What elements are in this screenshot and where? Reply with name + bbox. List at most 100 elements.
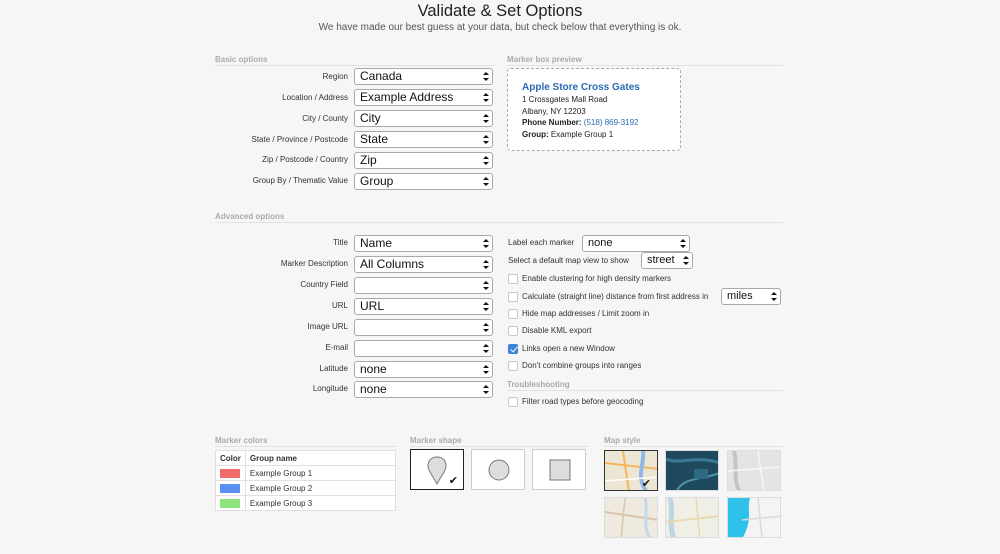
group-value: Group: [360, 174, 394, 188]
disable-kml-checkbox[interactable]: [508, 326, 518, 336]
group-select[interactable]: Group: [354, 173, 493, 190]
image-url-select[interactable]: [354, 319, 493, 336]
select-arrows-icon: [483, 112, 489, 125]
longitude-select[interactable]: none: [354, 381, 493, 398]
square-icon: [549, 459, 571, 481]
disable-kml-label: Disable KML export: [522, 326, 592, 335]
shape-option-circle[interactable]: [471, 449, 525, 490]
table-header-row: Color Group name: [215, 450, 397, 466]
select-arrows-icon: [483, 154, 489, 167]
filter-road-types-checkbox[interactable]: [508, 397, 518, 407]
shape-option-pin[interactable]: ✔: [410, 449, 464, 490]
table-row[interactable]: Example Group 2: [215, 480, 397, 496]
table-row[interactable]: Example Group 3: [215, 495, 397, 511]
email-label: E-mail: [325, 343, 348, 352]
hide-addresses-checkbox[interactable]: [508, 309, 518, 319]
region-label: Region: [322, 72, 348, 81]
select-arrows-icon: [483, 91, 489, 104]
group-name-cell: Example Group 2: [244, 480, 397, 496]
description-value: All Columns: [360, 257, 425, 271]
map-style-bright-blue[interactable]: [727, 497, 781, 538]
url-row: URL: [215, 298, 348, 314]
color-swatch[interactable]: [220, 498, 241, 508]
divider: [410, 446, 588, 447]
distance-unit-select[interactable]: miles: [721, 288, 781, 305]
preview-address-line1: 1 Crossgates Mall Road: [522, 95, 608, 104]
divider: [215, 446, 396, 447]
url-select[interactable]: URL: [354, 298, 493, 315]
label-each-marker-select[interactable]: none: [582, 235, 690, 252]
links-new-window-checkbox[interactable]: [508, 344, 518, 354]
url-value: URL: [360, 299, 385, 313]
preview-group-label: Group:: [522, 129, 549, 139]
map-style-street[interactable]: ✔: [604, 450, 658, 491]
preview-group: Example Group 1: [550, 129, 614, 139]
troubleshooting-heading: Troubleshooting: [507, 380, 570, 389]
map-light-thumbnail: [605, 498, 657, 537]
address-select[interactable]: Example Address: [354, 89, 493, 106]
label-each-marker-row: Label each marker: [508, 236, 574, 250]
label-each-marker-label: Label each marker: [508, 238, 575, 247]
state-select[interactable]: State: [354, 131, 493, 148]
title-select[interactable]: Name: [354, 235, 493, 252]
address-value: Example Address: [360, 90, 454, 104]
preview-address-line2: Albany, NY 12203: [522, 106, 586, 116]
region-value: Canada: [360, 69, 403, 83]
image-url-label: Image URL: [307, 322, 348, 331]
dont-combine-groups-checkbox[interactable]: [508, 361, 518, 371]
select-arrows-icon: [483, 279, 489, 292]
select-arrows-icon: [771, 290, 777, 303]
preview-heading: Marker box preview: [507, 55, 582, 64]
default-map-view-row: Select a default map view to show: [508, 254, 629, 268]
title-row: Title: [215, 235, 348, 251]
map-style-pale[interactable]: [665, 497, 719, 538]
description-row: Marker Description: [215, 256, 348, 272]
hide-addresses-label: Hide map addresses / Limit zoom in: [522, 309, 650, 318]
title-value: Name: [360, 236, 393, 250]
region-select[interactable]: Canada: [354, 68, 493, 85]
select-arrows-icon: [483, 300, 489, 313]
select-arrows-icon: [483, 363, 489, 376]
page-subtitle: We have made our best guess at your data…: [318, 22, 682, 33]
map-dark-thumbnail: [666, 451, 718, 490]
zip-row: Zip / Postcode / Country: [215, 152, 348, 168]
longitude-value: none: [360, 382, 387, 396]
state-label: State / Province / Postcode: [251, 135, 349, 144]
city-select[interactable]: City: [354, 110, 493, 127]
map-style-grey[interactable]: [727, 450, 781, 491]
shape-option-square[interactable]: [532, 449, 586, 490]
divider: [604, 446, 783, 447]
color-swatch[interactable]: [220, 483, 241, 493]
default-map-view-select[interactable]: street: [641, 252, 693, 269]
divider: [215, 222, 783, 223]
email-select[interactable]: [354, 340, 493, 357]
zip-select[interactable]: Zip: [354, 152, 493, 169]
circle-icon: [488, 459, 510, 481]
description-select[interactable]: All Columns: [354, 256, 493, 273]
clustering-checkbox[interactable]: [508, 274, 518, 284]
group-name-cell: Example Group 1: [244, 465, 397, 481]
select-arrows-icon: [483, 258, 489, 271]
country-field-select[interactable]: [354, 277, 493, 294]
table-row[interactable]: Example Group 1: [215, 465, 397, 481]
description-label: Marker Description: [280, 259, 348, 268]
map-style-light[interactable]: [604, 497, 658, 538]
color-swatch[interactable]: [220, 468, 241, 478]
basic-options-heading: Basic options: [215, 55, 268, 64]
select-arrows-icon: [483, 342, 489, 355]
distance-checkbox[interactable]: [508, 292, 518, 302]
address-label: Location / Address: [282, 93, 348, 102]
select-arrows-icon: [483, 321, 489, 334]
default-map-view-value: street: [647, 254, 675, 266]
select-arrows-icon: [483, 70, 489, 83]
links-new-window-label: Links open a new Window: [522, 344, 615, 353]
country-field-row: Country Field: [215, 277, 348, 293]
city-value: City: [360, 111, 381, 125]
latitude-select[interactable]: none: [354, 361, 493, 378]
city-label: City / County: [302, 114, 348, 123]
preview-phone-label: Phone Number:: [522, 118, 582, 127]
divider: [215, 65, 495, 66]
select-arrows-icon: [680, 237, 686, 250]
map-style-dark-blue[interactable]: [665, 450, 719, 491]
selected-check-icon: ✔: [448, 475, 458, 487]
